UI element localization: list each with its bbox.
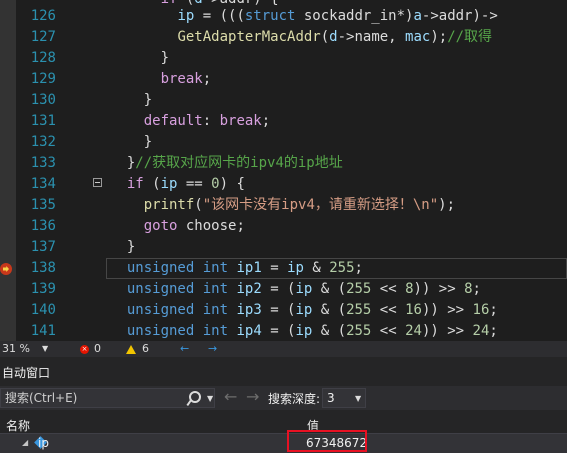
line-number: 133 bbox=[30, 155, 56, 171]
line-number: 126 bbox=[30, 8, 56, 24]
code-line[interactable]: 141 unsigned int ip4 = (ip & (255 << 24)… bbox=[0, 321, 567, 341]
code-line[interactable]: 129 break; bbox=[0, 69, 567, 90]
expand-icon[interactable]: ◢ bbox=[22, 438, 28, 447]
line-number: 130 bbox=[30, 92, 56, 108]
code-text: } bbox=[110, 92, 153, 108]
line-number: 128 bbox=[30, 50, 56, 66]
line-number: 131 bbox=[30, 113, 56, 129]
line-number: 129 bbox=[30, 71, 56, 87]
line-number: 127 bbox=[30, 29, 56, 45]
code-text: ip = (((struct sockaddr_in*)a->addr)-> bbox=[177, 8, 498, 24]
collapse-block-icon[interactable] bbox=[93, 178, 102, 187]
code-text: default: break; bbox=[143, 113, 271, 129]
next-issue-arrow-icon[interactable]: → bbox=[208, 342, 217, 355]
line-number: 136 bbox=[30, 218, 56, 234]
code-line[interactable]: 134 if (ip == 0) { bbox=[0, 174, 567, 195]
code-text: printf("该网卡没有ipv4，请重新选择！\n"); bbox=[143, 197, 456, 213]
search-input[interactable]: 搜索(Ctrl+E) bbox=[0, 388, 215, 408]
search-depth-label: 搜索深度: bbox=[268, 392, 321, 406]
current-statement-breakpoint-icon[interactable] bbox=[0, 263, 12, 275]
code-text: unsigned int ip4 = (ip & (255 << 24)) >>… bbox=[126, 323, 498, 339]
autos-window-title[interactable]: 自动窗口 bbox=[0, 364, 50, 382]
code-text: } bbox=[110, 50, 170, 66]
code-line[interactable]: 132 } bbox=[0, 132, 567, 153]
code-line[interactable]: 133 }//获取对应网卡的ipv4的ip地址 bbox=[0, 153, 567, 174]
code-text: goto choose; bbox=[143, 218, 245, 234]
code-text: if (ip == 0) { bbox=[126, 176, 245, 192]
line-number: 139 bbox=[30, 281, 56, 297]
code-text: unsigned int ip3 = (ip & (255 << 16)) >>… bbox=[126, 302, 498, 318]
code-line[interactable]: 126 ip = (((struct sockaddr_in*)a->addr)… bbox=[0, 6, 567, 27]
warning-count[interactable]: 6 bbox=[142, 342, 149, 355]
line-number: 132 bbox=[30, 134, 56, 150]
zoom-level[interactable]: 31 % bbox=[2, 342, 30, 355]
code-line[interactable]: 137 } bbox=[0, 237, 567, 258]
code-line[interactable]: 127 GetAdapterMacAddr(d->name, mac);//取得 bbox=[0, 27, 567, 48]
current-line-highlight bbox=[106, 258, 567, 279]
code-text: break; bbox=[160, 71, 212, 87]
line-number: 135 bbox=[30, 197, 56, 213]
line-number: 134 bbox=[30, 176, 56, 192]
code-line[interactable]: 135 printf("该网卡没有ipv4，请重新选择！\n"); bbox=[0, 195, 567, 216]
code-line[interactable]: 128 } bbox=[0, 48, 567, 69]
table-row[interactable]: ◢ ip 67348672 bbox=[0, 434, 567, 453]
search-forward-icon[interactable]: → bbox=[246, 387, 259, 406]
line-number: 140 bbox=[30, 302, 56, 318]
code-line[interactable]: 136 goto choose; bbox=[0, 216, 567, 237]
search-options-dropdown-icon[interactable]: ▼ bbox=[207, 394, 213, 403]
zoom-dropdown-icon[interactable]: ▼ bbox=[42, 344, 48, 353]
code-text: }//获取对应网卡的ipv4的ip地址 bbox=[110, 155, 343, 171]
autos-toolbar: 搜索(Ctrl+E) ▼ ← → 搜索深度: 3 ▼ bbox=[0, 386, 567, 410]
code-line[interactable]: 140 unsigned int ip3 = (ip & (255 << 16)… bbox=[0, 300, 567, 321]
search-back-icon[interactable]: ← bbox=[224, 387, 237, 406]
code-line[interactable]: 139 unsigned int ip2 = (ip & (255 << 8))… bbox=[0, 279, 567, 300]
error-count[interactable]: 0 bbox=[94, 342, 101, 355]
variable-name: ip bbox=[38, 436, 49, 450]
depth-dropdown-icon[interactable]: ▼ bbox=[355, 394, 361, 403]
code-text: } bbox=[110, 239, 136, 255]
autos-window: 自动窗口 搜索(Ctrl+E) ▼ ← → 搜索深度: 3 ▼ 名称 值 ◢ i… bbox=[0, 357, 567, 453]
value-highlight-box bbox=[287, 430, 367, 452]
line-number: 138 bbox=[30, 260, 56, 276]
code-editor[interactable]: if (d->addr) {126 ip = (((struct sockadd… bbox=[0, 0, 567, 341]
previous-issue-arrow-icon[interactable]: ← bbox=[180, 342, 189, 355]
code-text: GetAdapterMacAddr(d->name, mac);//取得 bbox=[177, 29, 493, 45]
line-number: 141 bbox=[30, 323, 56, 339]
code-text: } bbox=[110, 134, 153, 150]
code-text: unsigned int ip2 = (ip & (255 << 8)) >> … bbox=[126, 281, 481, 297]
autos-header: 名称 值 bbox=[0, 415, 567, 434]
code-line[interactable]: 130 } bbox=[0, 90, 567, 111]
editor-status-bar: 31 % ▼ × 0 6 ← → bbox=[0, 341, 567, 357]
name-column-header[interactable]: 名称 bbox=[6, 417, 30, 434]
code-line[interactable]: 131 default: break; bbox=[0, 111, 567, 132]
line-number: 137 bbox=[30, 239, 56, 255]
search-icon[interactable] bbox=[189, 391, 201, 403]
